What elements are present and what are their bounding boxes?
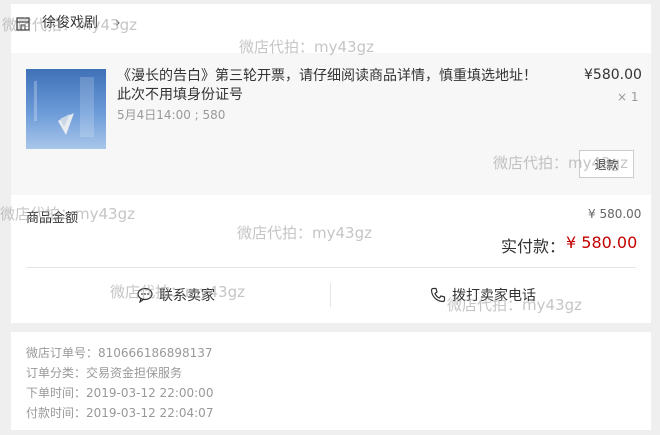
poster-art — [34, 77, 94, 137]
shop-icon — [16, 17, 30, 31]
product-price: ¥580.00 — [584, 67, 642, 83]
goods-amount-label: 商品金额 — [26, 211, 79, 226]
order-time: 下单时间：2019-03-12 22:00:00 — [26, 386, 214, 400]
divider — [330, 283, 331, 307]
order-category: 订单分类：交易资金担保服务 — [26, 366, 183, 380]
contact-seller-button[interactable]: 联系卖家 — [137, 285, 215, 305]
shop-header[interactable] — [11, 4, 651, 53]
contact-seller-label: 联系卖家 — [159, 288, 215, 304]
divider — [26, 267, 636, 268]
product-thumbnail[interactable] — [26, 69, 106, 149]
call-seller-button[interactable]: 拨打卖家电话 — [430, 285, 536, 305]
totals-section — [11, 195, 651, 323]
payment-time: 付款时间：2019-03-12 22:04:07 — [26, 406, 214, 420]
refund-button[interactable]: 退款 — [579, 150, 634, 178]
paid-amount-label: 实付款： — [501, 237, 566, 256]
order-number: 微店订单号：810666186898137 — [26, 346, 213, 360]
phone-icon — [430, 287, 446, 303]
chevron-right-icon[interactable]: › — [115, 13, 121, 33]
paid-amount-value: ¥ 580.00 — [566, 233, 638, 252]
chat-bubble-icon — [137, 287, 153, 303]
goods-amount-value: ¥ 580.00 — [588, 207, 642, 221]
product-title[interactable]: 《漫长的告白》第三轮开票，请仔细阅读商品详情，慎重填选地址！ 此次不用填身份证号 — [117, 67, 547, 105]
shop-name[interactable]: 徐俊戏剧 — [42, 13, 98, 33]
product-quantity: × 1 — [617, 90, 639, 104]
call-seller-label: 拨打卖家电话 — [452, 288, 536, 304]
product-variant: 5月4日14:00 ; 580 — [117, 108, 226, 122]
